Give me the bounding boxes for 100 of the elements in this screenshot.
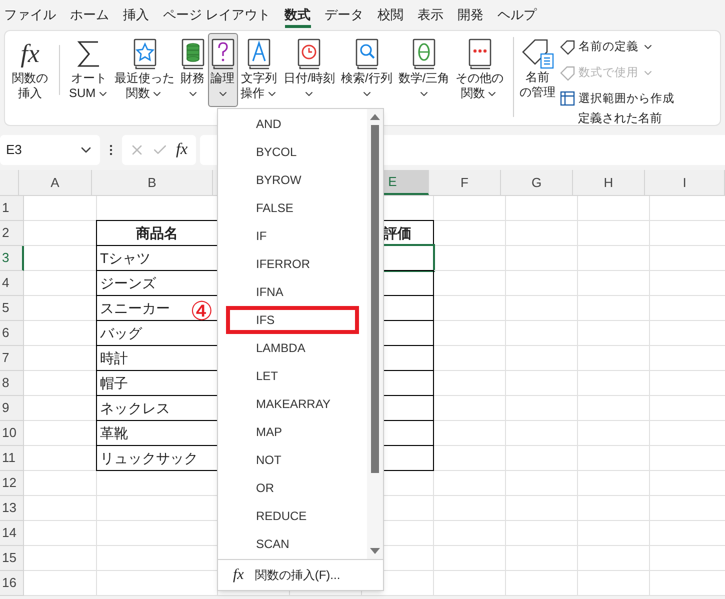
grid-cell (578, 321, 650, 346)
grid-cell (506, 246, 578, 271)
clock-book-icon (297, 38, 322, 70)
theta-book-icon (412, 38, 436, 70)
grid-cell (578, 271, 650, 296)
function-item[interactable]: IFNA (218, 278, 367, 306)
ribbon-button[interactable]: 最近使った 関数 (112, 33, 178, 107)
row-header[interactable]: 9 (0, 396, 24, 421)
grid-cell (506, 271, 578, 296)
name-box[interactable]: E3 (0, 134, 100, 164)
grid-cell (578, 221, 650, 246)
letter-book-icon (247, 38, 272, 70)
ribbon-small-button[interactable]: 名前の定義 (560, 37, 675, 57)
grid-cell (434, 296, 506, 321)
fx-icon[interactable]: fx (175, 140, 189, 160)
function-item[interactable]: FALSE (218, 194, 367, 222)
grid-cell (506, 471, 578, 496)
function-item[interactable]: SCAN (218, 530, 367, 558)
scroll-up-icon[interactable] (370, 113, 380, 121)
menu-tab[interactable]: データ (324, 2, 364, 28)
grid-cell (434, 396, 506, 421)
cell-reference: E3 (6, 140, 22, 159)
ribbon-button[interactable]: 数学/三角 (395, 33, 453, 107)
grid-cell (434, 371, 506, 396)
column-header[interactable]: A (19, 170, 92, 195)
menu-tab[interactable]: ファイル (4, 2, 56, 28)
grid-cell (578, 446, 650, 471)
grid-cell (578, 296, 650, 321)
grid-cell (578, 546, 650, 571)
ribbon-button[interactable]: 論理 (208, 33, 238, 107)
ribbon-button[interactable]: 検索/行列 (338, 33, 396, 107)
magnifier-book-icon (354, 38, 379, 70)
name-manager-button[interactable]: 名前 の管理 (520, 33, 556, 100)
column-header[interactable]: B (92, 170, 213, 195)
function-item[interactable]: LET (218, 362, 367, 390)
table-cell: リュックサック (96, 445, 218, 471)
function-item[interactable]: IFS (226, 306, 359, 334)
grid-cell (578, 396, 650, 421)
grid-cell (434, 471, 506, 496)
grid-cell (506, 346, 578, 371)
row-header[interactable]: 12 (0, 471, 24, 496)
grid-cell (578, 421, 650, 446)
ribbon-button[interactable]: その他の 関数 (452, 33, 507, 107)
grid-cell (578, 246, 650, 271)
function-item[interactable]: AND (218, 110, 367, 138)
row-header[interactable]: 4 (0, 271, 24, 296)
column-header[interactable]: F (429, 170, 501, 195)
function-item[interactable]: MAKEARRAY (218, 390, 367, 418)
ribbon-button[interactable]: 日付/時刻 (280, 33, 338, 107)
row-header[interactable]: 15 (0, 546, 24, 571)
row-header[interactable]: 3 (0, 246, 24, 271)
scrollbar[interactable] (367, 109, 383, 559)
function-item[interactable]: NOT (218, 446, 367, 474)
ribbon-button[interactable]: 財務 (178, 33, 208, 107)
menu-tab[interactable]: 校閲 (378, 2, 404, 28)
ribbon-button[interactable]: fx 関数の 挿入 (9, 33, 51, 107)
function-item[interactable]: LAMBDA (218, 334, 367, 362)
row-header[interactable]: 2 (0, 221, 24, 246)
grid-cell (506, 296, 578, 321)
grid-cell (506, 396, 578, 421)
column-header[interactable]: H (573, 170, 645, 195)
row-header[interactable]: 13 (0, 496, 24, 521)
row-header[interactable]: 11 (0, 446, 24, 471)
grid-cell (506, 371, 578, 396)
insert-function-item[interactable]: 関数の挿入(F)... (254, 566, 340, 584)
row-header[interactable]: 5 (0, 296, 24, 321)
grid-cell (434, 321, 506, 346)
grid-cell (506, 321, 578, 346)
function-item[interactable]: REDUCE (218, 502, 367, 530)
row-header[interactable]: 14 (0, 521, 24, 546)
column-header[interactable]: G (501, 170, 573, 195)
grid-cell (578, 521, 650, 546)
menu-tab[interactable]: ページ レイアウト (163, 2, 271, 28)
row-header[interactable]: 16 (0, 571, 24, 596)
function-item[interactable]: OR (218, 474, 367, 502)
function-item[interactable]: BYCOL (218, 138, 367, 166)
scroll-down-icon[interactable] (370, 547, 380, 555)
row-header[interactable]: 10 (0, 421, 24, 446)
grid-cell (506, 446, 578, 471)
menu-tab[interactable]: 開発 (458, 2, 484, 28)
ribbon-small-button[interactable]: 選択範囲から作成 (560, 89, 675, 109)
column-header[interactable]: I (645, 170, 725, 195)
dots-book-icon (468, 38, 492, 70)
menu-tab[interactable]: 表示 (418, 2, 444, 28)
row-header[interactable]: 7 (0, 346, 24, 371)
ribbon-button[interactable]: オート SUM (66, 33, 112, 107)
fx-icon: fx (18, 37, 42, 71)
function-item[interactable]: MAP (218, 418, 367, 446)
menu-tab[interactable]: 挿入 (123, 2, 149, 28)
row-header[interactable]: 8 (0, 371, 24, 396)
row-header[interactable]: 1 (0, 196, 24, 221)
grid-cell (434, 521, 506, 546)
row-header[interactable]: 6 (0, 321, 24, 346)
ribbon-button[interactable]: 文字列 操作 (238, 33, 281, 107)
grid-cell (434, 446, 506, 471)
function-item[interactable]: IFERROR (218, 250, 367, 278)
sigma-icon (76, 38, 102, 70)
grid-cell (434, 271, 506, 296)
menu-tab[interactable]: ホーム (70, 2, 109, 28)
menu-tab[interactable]: ヘルプ (498, 2, 537, 28)
